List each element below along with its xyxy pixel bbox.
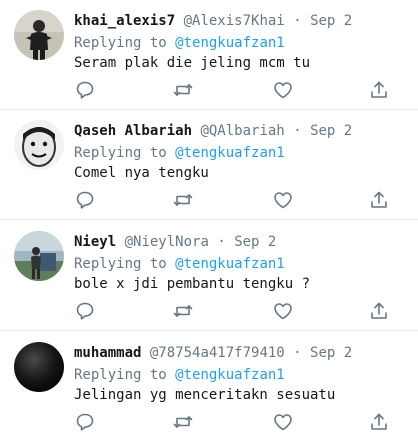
- user-handle[interactable]: @QAlbariah: [200, 123, 284, 139]
- tweet-text: bole x jdi pembantu tengku ?: [74, 276, 311, 292]
- reply-button[interactable]: [74, 189, 96, 211]
- tweet-text: Seram plak die jeling mcm tu: [74, 55, 311, 71]
- like-icon: [274, 82, 292, 99]
- reply-icon: [76, 81, 94, 99]
- replying-to-label: Replying to: [74, 256, 176, 272]
- reply-icon: [76, 302, 94, 320]
- retweet-icon: [173, 194, 193, 206]
- tweet-header: muhammad @78754a417f79410 · Sep 2: [74, 343, 352, 363]
- tweet-actions: [0, 189, 418, 213]
- mention-link[interactable]: @tengkuafzan1: [175, 367, 285, 383]
- like-button[interactable]: [272, 411, 294, 433]
- display-name[interactable]: khai_alexis7: [74, 13, 175, 29]
- tweet-actions: [0, 411, 418, 435]
- tweet-header: khai_alexis7 @Alexis7Khai · Sep 2: [74, 11, 352, 31]
- mention-link[interactable]: @tengkuafzan1: [175, 35, 285, 51]
- separator-dot: ·: [293, 123, 302, 139]
- display-name[interactable]: Nieyl: [74, 234, 116, 250]
- tweet-date[interactable]: Sep 2: [310, 345, 352, 361]
- retweet-icon: [173, 416, 193, 428]
- share-button[interactable]: [368, 79, 390, 101]
- tweet-text: Jelingan yg menceritakn sesuatu: [74, 387, 336, 403]
- share-icon: [371, 302, 387, 319]
- user-handle[interactable]: @Alexis7Khai: [184, 13, 285, 29]
- like-icon: [274, 303, 292, 320]
- reply-button[interactable]: [74, 79, 96, 101]
- reply-feed: khai_alexis7 @Alexis7Khai · Sep 2 Replyi…: [0, 0, 418, 444]
- retweet-button[interactable]: [172, 79, 194, 101]
- replying-to: Replying to @tengkuafzan1: [74, 365, 285, 385]
- like-button[interactable]: [272, 79, 294, 101]
- retweet-icon: [173, 84, 193, 96]
- tweet-text: Comel nya tengku: [74, 165, 209, 181]
- tweet-actions: [0, 300, 418, 324]
- replying-to-label: Replying to: [74, 35, 176, 51]
- replying-to: Replying to @tengkuafzan1: [74, 143, 285, 163]
- separator-dot: ·: [293, 345, 302, 361]
- separator-dot: ·: [293, 13, 302, 29]
- tweet-header: Nieyl @NieylNora · Sep 2: [74, 232, 276, 252]
- display-name[interactable]: Qaseh Albariah: [74, 123, 192, 139]
- avatar[interactable]: [14, 342, 64, 392]
- retweet-button[interactable]: [172, 189, 194, 211]
- tweet-header: Qaseh Albariah @QAlbariah · Sep 2: [74, 121, 352, 141]
- reply-icon: [76, 191, 94, 209]
- reply-button[interactable]: [74, 411, 96, 433]
- tweet-actions: [0, 79, 418, 103]
- avatar[interactable]: [14, 231, 64, 281]
- reply-icon: [76, 413, 94, 431]
- tweet[interactable]: Nieyl @NieylNora · Sep 2 Replying to @te…: [0, 221, 418, 331]
- mention-link[interactable]: @tengkuafzan1: [175, 256, 285, 272]
- tweet-date[interactable]: Sep 2: [310, 13, 352, 29]
- reply-button[interactable]: [74, 300, 96, 322]
- tweet[interactable]: Qaseh Albariah @QAlbariah · Sep 2 Replyi…: [0, 110, 418, 220]
- replying-to-label: Replying to: [74, 145, 176, 161]
- tweet[interactable]: muhammad @78754a417f79410 · Sep 2 Replyi…: [0, 332, 418, 444]
- share-button[interactable]: [368, 189, 390, 211]
- like-icon: [274, 414, 292, 431]
- user-handle[interactable]: @NieylNora: [125, 234, 209, 250]
- share-button[interactable]: [368, 300, 390, 322]
- share-button[interactable]: [368, 411, 390, 433]
- user-handle[interactable]: @78754a417f79410: [150, 345, 285, 361]
- like-icon: [274, 192, 292, 209]
- tweet[interactable]: khai_alexis7 @Alexis7Khai · Sep 2 Replyi…: [0, 0, 418, 110]
- replying-to: Replying to @tengkuafzan1: [74, 254, 285, 274]
- like-button[interactable]: [272, 189, 294, 211]
- share-icon: [371, 81, 387, 98]
- avatar[interactable]: [14, 120, 64, 170]
- replying-to: Replying to @tengkuafzan1: [74, 33, 285, 53]
- separator-dot: ·: [217, 234, 226, 250]
- tweet-date[interactable]: Sep 2: [310, 123, 352, 139]
- retweet-button[interactable]: [172, 411, 194, 433]
- like-button[interactable]: [272, 300, 294, 322]
- avatar[interactable]: [14, 10, 64, 60]
- display-name[interactable]: muhammad: [74, 345, 141, 361]
- share-icon: [371, 413, 387, 430]
- share-icon: [371, 191, 387, 208]
- retweet-icon: [173, 305, 193, 317]
- retweet-button[interactable]: [172, 300, 194, 322]
- replying-to-label: Replying to: [74, 367, 176, 383]
- tweet-date[interactable]: Sep 2: [234, 234, 276, 250]
- mention-link[interactable]: @tengkuafzan1: [175, 145, 285, 161]
